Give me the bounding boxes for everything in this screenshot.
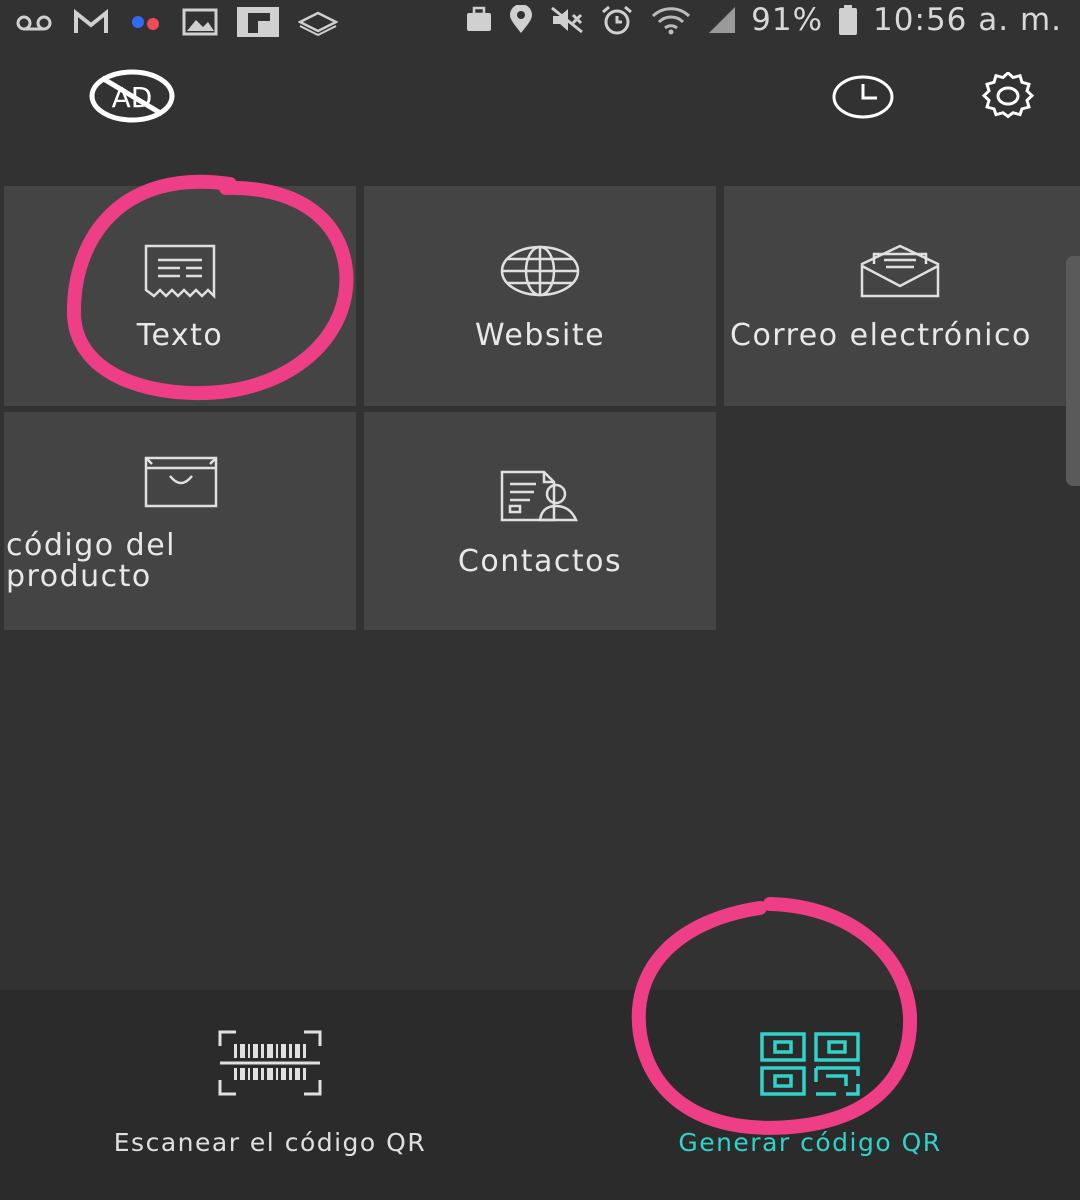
briefcase-icon — [465, 5, 493, 35]
location-icon — [507, 5, 535, 35]
signal-icon — [707, 5, 737, 35]
tile-contactos[interactable]: Contactos — [364, 412, 716, 630]
nav-scan-qr[interactable]: Escanear el código QR — [0, 990, 540, 1200]
text-document-icon — [144, 244, 216, 304]
tile-correo[interactable]: Correo electrónico — [724, 186, 1080, 406]
tile-texto[interactable]: Texto — [4, 186, 356, 406]
tile-label-line: producto — [6, 559, 152, 594]
top-app-bar: AD — [0, 50, 1080, 160]
image-icon — [182, 7, 218, 37]
nav-generate-qr[interactable]: Generar código QR — [540, 990, 1080, 1200]
tile-label: Correo electrónico — [730, 318, 1032, 353]
clock: 10:56 a. m. — [873, 2, 1062, 38]
settings-icon[interactable] — [975, 70, 1041, 126]
tile-label-line: código del — [6, 528, 176, 563]
nav-label: Generar código QR — [678, 1128, 942, 1157]
qr-code-icon — [760, 1032, 862, 1100]
battery-percentage: 91% — [751, 2, 824, 38]
tile-label: Website — [474, 318, 606, 353]
contact-card-icon — [500, 470, 580, 526]
status-bar: 91% 10:56 a. m. — [0, 0, 1080, 50]
no-ads-icon[interactable]: AD — [88, 68, 176, 128]
tile-codigo-producto[interactable]: código del producto — [4, 412, 356, 630]
app-dots-icon — [128, 7, 164, 37]
gmail-icon — [72, 7, 110, 37]
tile-label: Contactos — [457, 544, 623, 579]
bottom-navigation: Escanear el código QR Generar código QR — [0, 990, 1080, 1200]
envelope-icon — [860, 244, 940, 302]
nav-label: Escanear el código QR — [113, 1128, 427, 1157]
voicemail-icon — [14, 7, 54, 37]
wifi-icon — [649, 5, 693, 35]
tile-label: Texto — [136, 318, 224, 353]
tile-label: código del producto — [6, 530, 176, 592]
globe-icon — [498, 244, 582, 302]
barcode-scan-icon — [218, 1030, 322, 1100]
alarm-icon — [599, 4, 635, 36]
notification-icons — [14, 6, 338, 38]
shopping-bag-icon — [144, 456, 218, 512]
history-icon[interactable] — [830, 72, 896, 126]
layers-icon — [298, 7, 338, 37]
battery-icon — [837, 4, 859, 36]
tile-website[interactable]: Website — [364, 186, 716, 406]
system-status: 91% 10:56 a. m. — [465, 2, 1062, 38]
flipboard-icon — [236, 6, 280, 38]
scroll-handle[interactable] — [1066, 256, 1080, 486]
mute-icon — [549, 5, 585, 35]
